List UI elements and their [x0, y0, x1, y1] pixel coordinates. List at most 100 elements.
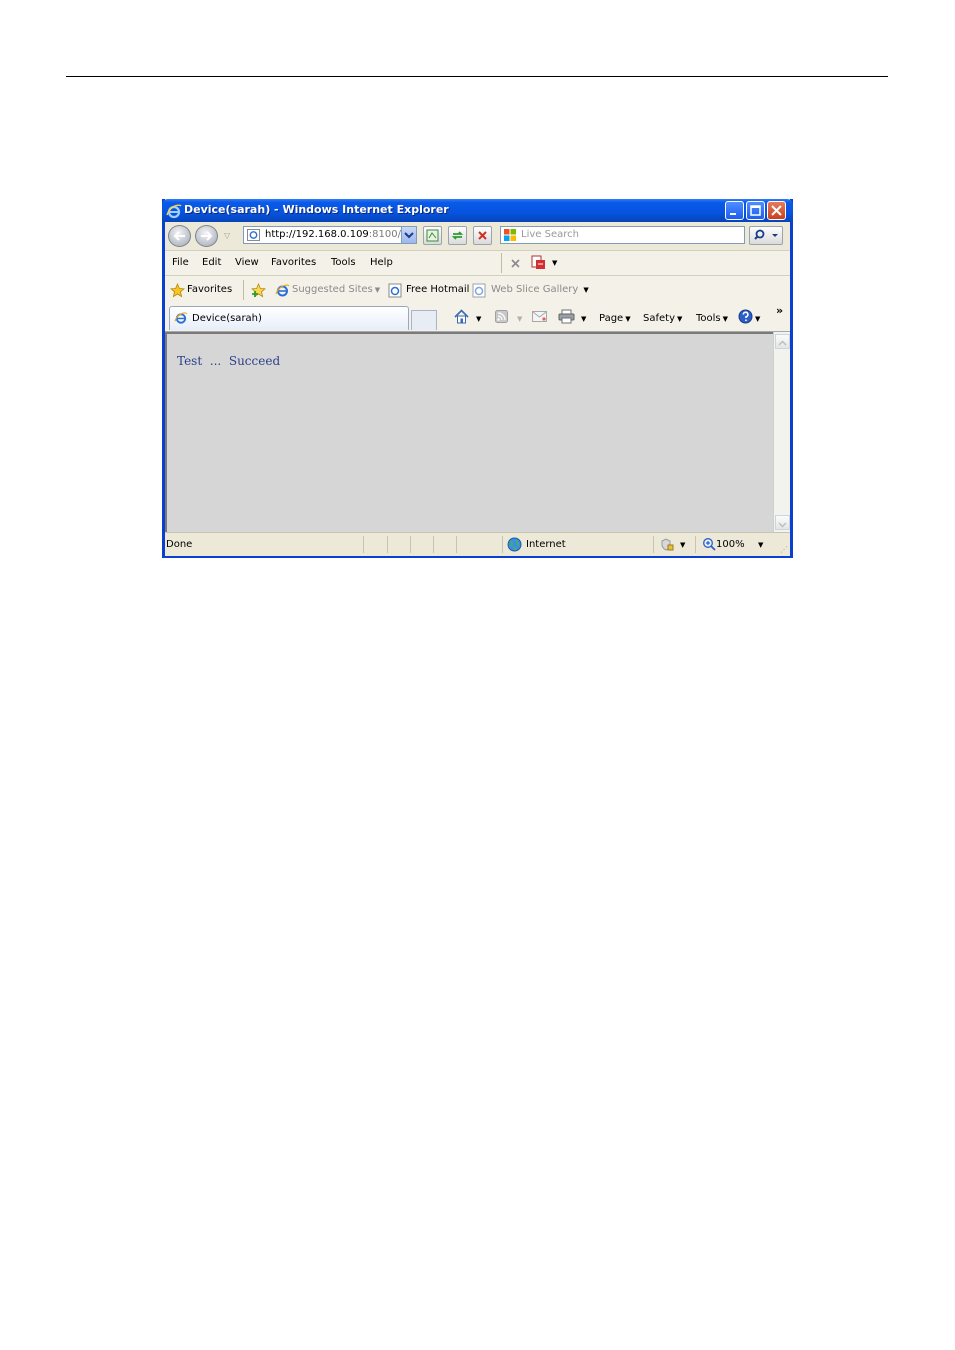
chevron-down-icon: [404, 232, 414, 239]
test-result-message: Test ... Succeed: [177, 354, 281, 368]
minimize-button[interactable]: [725, 201, 744, 220]
pdf-convert-icon[interactable]: [531, 255, 546, 270]
ie-logo-icon: [166, 204, 182, 219]
zoom-dropdown-chevron-icon[interactable]: ▼: [758, 541, 763, 549]
scroll-down-button[interactable]: [775, 515, 790, 530]
suggested-sites-chevron-icon: ▼: [374, 286, 381, 294]
print-icon[interactable]: [558, 309, 575, 324]
web-slice-gallery-label: Web Slice Gallery: [491, 284, 579, 295]
page-menu-button[interactable]: Page ▼: [599, 313, 631, 324]
window-frame: Device(sarah) - Windows Internet Explore…: [162, 199, 793, 556]
security-zone: Internet: [526, 539, 566, 550]
live-search-logo-icon: [504, 229, 516, 241]
page-icon: [247, 229, 260, 241]
status-bar: Done Internet ▼ 100% ▼ ⋰: [165, 532, 790, 556]
search-button[interactable]: [749, 226, 783, 245]
menu-favorites[interactable]: Favorites: [271, 257, 316, 268]
minimize-icon: [730, 213, 736, 215]
tab-label: Device(sarah): [192, 313, 262, 324]
status-separator: [433, 536, 434, 553]
suggested-sites-link[interactable]: Suggested Sites ▼: [292, 284, 380, 295]
search-input[interactable]: Live Search: [500, 226, 745, 244]
status-separator: [387, 536, 388, 553]
stop-icon: [478, 231, 487, 240]
new-tab-button[interactable]: [411, 310, 437, 330]
menu-separator: [501, 253, 502, 273]
free-hotmail-ie-icon: [388, 283, 402, 298]
tab-bar: Device(sarah) ▼ ▼ ▼ Page ▼ Safety ▼ Tools ▼…: [165, 304, 790, 332]
close-icon: [771, 205, 782, 216]
web-slice-ie-icon: [472, 283, 486, 298]
safety-chevron-icon: ▼: [677, 315, 683, 323]
tools-chevron-icon: ▼: [722, 315, 729, 323]
feeds-icon[interactable]: [495, 310, 508, 323]
menu-view[interactable]: View: [235, 257, 259, 268]
url-host: http://192.168.0.109: [265, 229, 369, 240]
safety-menu-button[interactable]: Safety ▼: [643, 313, 682, 324]
help-dropdown-chevron-icon[interactable]: ▼: [755, 315, 760, 323]
refresh-icon: [451, 231, 464, 240]
protected-mode-chevron-icon[interactable]: ▼: [680, 541, 685, 549]
back-arrow-icon: [173, 231, 185, 241]
stop-button[interactable]: [473, 226, 492, 245]
favorites-bar: Favorites Suggested Sites ▼ Free Hotmail …: [165, 276, 790, 304]
close-toolbar-icon[interactable]: [509, 256, 524, 271]
title-bar[interactable]: Device(sarah) - Windows Internet Explore…: [162, 199, 793, 222]
web-slice-chevron-icon: ▼: [583, 286, 589, 294]
suggested-sites-label: Suggested Sites: [292, 284, 373, 295]
chevron-up-icon: [778, 340, 787, 346]
forward-button[interactable]: [195, 225, 218, 247]
vertical-scrollbar[interactable]: [773, 332, 790, 532]
compatibility-view-button[interactable]: [423, 226, 442, 245]
status-message: Done: [166, 539, 193, 550]
forward-arrow-icon: [201, 231, 213, 241]
tools-menu-label: Tools: [696, 313, 721, 324]
search-icon: [754, 229, 778, 240]
home-icon[interactable]: [453, 308, 470, 325]
scroll-up-button[interactable]: [775, 334, 790, 349]
menu-bar: File Edit View Favorites Tools Help ▼: [165, 251, 790, 276]
help-icon[interactable]: [738, 309, 753, 324]
page-menu-label: Page: [599, 313, 624, 324]
recent-pages-chevron-icon[interactable]: ▽: [224, 231, 230, 240]
menu-help[interactable]: Help: [370, 257, 393, 268]
feeds-dropdown-chevron-icon[interactable]: ▼: [517, 315, 522, 323]
protected-mode-icon[interactable]: [660, 538, 674, 552]
web-slice-gallery-link[interactable]: Web Slice Gallery ▼: [491, 284, 589, 295]
tab-ie-icon: [174, 312, 188, 324]
address-toolbar: ▽ http://192.168.0.109:8100/ Live Search: [165, 222, 790, 251]
ie-window: Device(sarah) - Windows Internet Explore…: [162, 199, 793, 558]
pdf-dropdown-chevron-icon[interactable]: ▼: [552, 259, 557, 267]
resize-grip-icon[interactable]: ⋰: [780, 545, 788, 554]
status-separator: [456, 536, 457, 553]
zoom-icon[interactable]: [702, 537, 716, 551]
command-overflow-chevron-icon[interactable]: »: [776, 304, 783, 317]
maximize-button[interactable]: [746, 201, 765, 220]
status-separator: [653, 536, 654, 553]
add-to-favorites-bar-icon[interactable]: [251, 283, 266, 298]
tab-device-sarah[interactable]: Device(sarah): [169, 306, 409, 330]
address-bar[interactable]: http://192.168.0.109:8100/: [243, 226, 417, 244]
menu-edit[interactable]: Edit: [202, 257, 221, 268]
favorites-separator: [243, 280, 244, 300]
status-separator: [363, 536, 364, 553]
url-port: :8100/: [368, 229, 401, 240]
print-dropdown-chevron-icon[interactable]: ▼: [581, 315, 586, 323]
compatibility-view-icon: [426, 229, 439, 242]
favorites-button[interactable]: Favorites: [187, 284, 232, 295]
address-dropdown-button[interactable]: [401, 226, 417, 244]
tools-menu-button[interactable]: Tools ▼: [696, 313, 728, 324]
back-button[interactable]: [168, 225, 191, 247]
zoom-level[interactable]: 100%: [716, 539, 745, 550]
page-chevron-icon: ▼: [625, 315, 631, 323]
refresh-button[interactable]: [448, 226, 467, 245]
status-separator: [410, 536, 411, 553]
read-mail-icon[interactable]: [532, 311, 547, 322]
home-dropdown-chevron-icon[interactable]: ▼: [476, 315, 481, 323]
status-separator: [502, 536, 503, 553]
free-hotmail-link[interactable]: Free Hotmail: [406, 284, 469, 295]
menu-file[interactable]: File: [172, 257, 189, 268]
close-button[interactable]: [767, 201, 786, 220]
menu-tools[interactable]: Tools: [331, 257, 356, 268]
page-content: Test ... Succeed: [165, 332, 773, 532]
